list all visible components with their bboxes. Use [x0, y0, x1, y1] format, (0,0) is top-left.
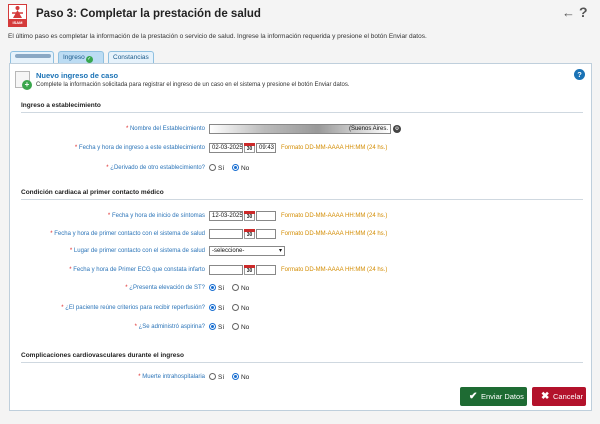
help-icon[interactable]: ? [574, 69, 585, 80]
radio-aspirina-no[interactable] [231, 323, 239, 330]
fecha-sintomas-date-input[interactable]: 12-03-2025 [209, 211, 243, 221]
fecha-ecg-date-input[interactable] [209, 265, 243, 275]
calendar-icon[interactable]: 30 [244, 143, 255, 153]
radio-elevacion-no[interactable] [231, 284, 239, 291]
section-title-condicion: Condición cardiaca al primer contacto mé… [21, 189, 164, 196]
fecha-ingreso-date-input[interactable]: 02-03-2025 [209, 143, 243, 153]
lugar-contacto-select[interactable]: -seleccione- ▾ [209, 246, 285, 256]
label-muerte: * Muerte intrahospitalaria [138, 374, 205, 380]
label-fecha-sintomas: * Fecha y hora de inicio de síntomas [107, 213, 205, 219]
tab-label: Constancias [113, 54, 149, 61]
label-fecha-ingreso: * Fecha y hora de ingreso a este estable… [74, 145, 205, 151]
close-icon: ✖ [541, 391, 550, 402]
gear-icon[interactable]: ⚙ [393, 125, 401, 133]
tab-ingreso[interactable]: Ingreso ✓ [58, 51, 104, 63]
tab-datos[interactable]: ✓ [10, 51, 54, 74]
page-header: ISAM Paso 3: Completar la prestación de … [0, 0, 600, 30]
section-title-complicaciones: Complicaciones cardiovasculares durante … [21, 352, 184, 359]
elevacion-st-radio-group: Sí No [209, 284, 249, 292]
derivado-radio-group: Sí No [209, 164, 249, 172]
format-hint: Formato DD-MM-AAAA HH:MM (24 hs.) [281, 213, 388, 219]
format-hint: Formato DD-MM-AAAA HH:MM (24 hs.) [281, 231, 388, 237]
new-case-icon: + [15, 71, 32, 90]
radio-reperfusion-si[interactable] [209, 304, 216, 311]
calendar-icon[interactable]: 30 [244, 265, 255, 275]
tab-label-redacted [15, 54, 51, 58]
case-panel: + Nuevo ingreso de caso Complete la info… [9, 63, 592, 411]
label-elevacion-st: * ¿Presenta elevación de ST? [125, 285, 205, 291]
reperfusion-radio-group: Sí No [209, 304, 249, 312]
calendar-icon[interactable]: 30 [244, 211, 255, 221]
label-lugar-contacto: * Lugar de primer contacto con el sistem… [69, 248, 205, 254]
case-title: Nuevo ingreso de caso [36, 71, 119, 80]
label-establecimiento: * Nombre del Establecimiento [125, 126, 205, 132]
fecha-contacto-time-input[interactable] [256, 229, 276, 239]
radio-aspirina-si[interactable] [209, 323, 216, 330]
fecha-sintomas-time-input[interactable] [256, 211, 276, 221]
radio-muerte-no[interactable] [231, 373, 239, 380]
label-fecha-contacto: * Fecha y hora de primer contacto con el… [50, 231, 205, 237]
chevron-down-icon: ▾ [278, 248, 282, 254]
format-hint: Formato DD-MM-AAAA HH:MM (24 hs.) [281, 267, 388, 273]
tab-constancias[interactable]: Constancias✓ [108, 51, 154, 74]
question-mark-icon[interactable]: ? [579, 4, 588, 20]
page-title: Paso 3: Completar la prestación de salud [36, 8, 261, 20]
radio-elevacion-si[interactable] [209, 284, 216, 291]
divider [21, 362, 583, 363]
check-icon: ✔ [469, 391, 478, 402]
establecimiento-field[interactable]: (Suenos Aires. [209, 124, 391, 134]
radio-muerte-si[interactable] [209, 373, 216, 380]
divider [21, 199, 583, 200]
format-hint: Formato DD-MM-AAAA HH:MM (24 hs.) [281, 145, 388, 151]
fecha-ingreso-time-input[interactable]: 09:43 [256, 143, 276, 153]
intro-text: El último paso es completar la informaci… [8, 33, 427, 40]
aspirina-radio-group: Sí No [209, 323, 249, 331]
section-title-ingreso: Ingreso a establecimiento [21, 102, 101, 109]
calendar-icon[interactable]: 30 [244, 229, 255, 239]
label-derivado: * ¿Derivado de otro establecimiento? [106, 165, 205, 171]
label-reperfusion: * ¿El paciente reúne criterios para reci… [61, 305, 205, 311]
divider [21, 112, 583, 113]
arrow-left-icon[interactable]: ← [562, 5, 575, 20]
label-aspirina: * ¿Se administró aspirina? [134, 324, 205, 330]
logo-text: ISAM [8, 19, 27, 27]
fecha-contacto-date-input[interactable] [209, 229, 243, 239]
case-subtitle: Complete la información solicitada para … [36, 82, 350, 88]
fecha-ecg-time-input[interactable] [256, 265, 276, 275]
send-data-button[interactable]: ✔ Enviar Datos [460, 387, 527, 406]
cancel-button[interactable]: ✖ Cancelar [532, 387, 586, 406]
radio-reperfusion-no[interactable] [231, 304, 239, 311]
label-fecha-ecg: * Fecha y hora de Primer ECG que constat… [69, 267, 205, 273]
logo-figure-icon [8, 4, 27, 20]
radio-derivado-no[interactable] [231, 164, 239, 171]
muerte-radio-group: Sí No [209, 373, 249, 381]
radio-derivado-si[interactable] [209, 164, 216, 171]
tab-label: Ingreso [63, 54, 85, 61]
isam-logo: ISAM [8, 4, 27, 27]
check-icon: ✓ [85, 56, 93, 63]
